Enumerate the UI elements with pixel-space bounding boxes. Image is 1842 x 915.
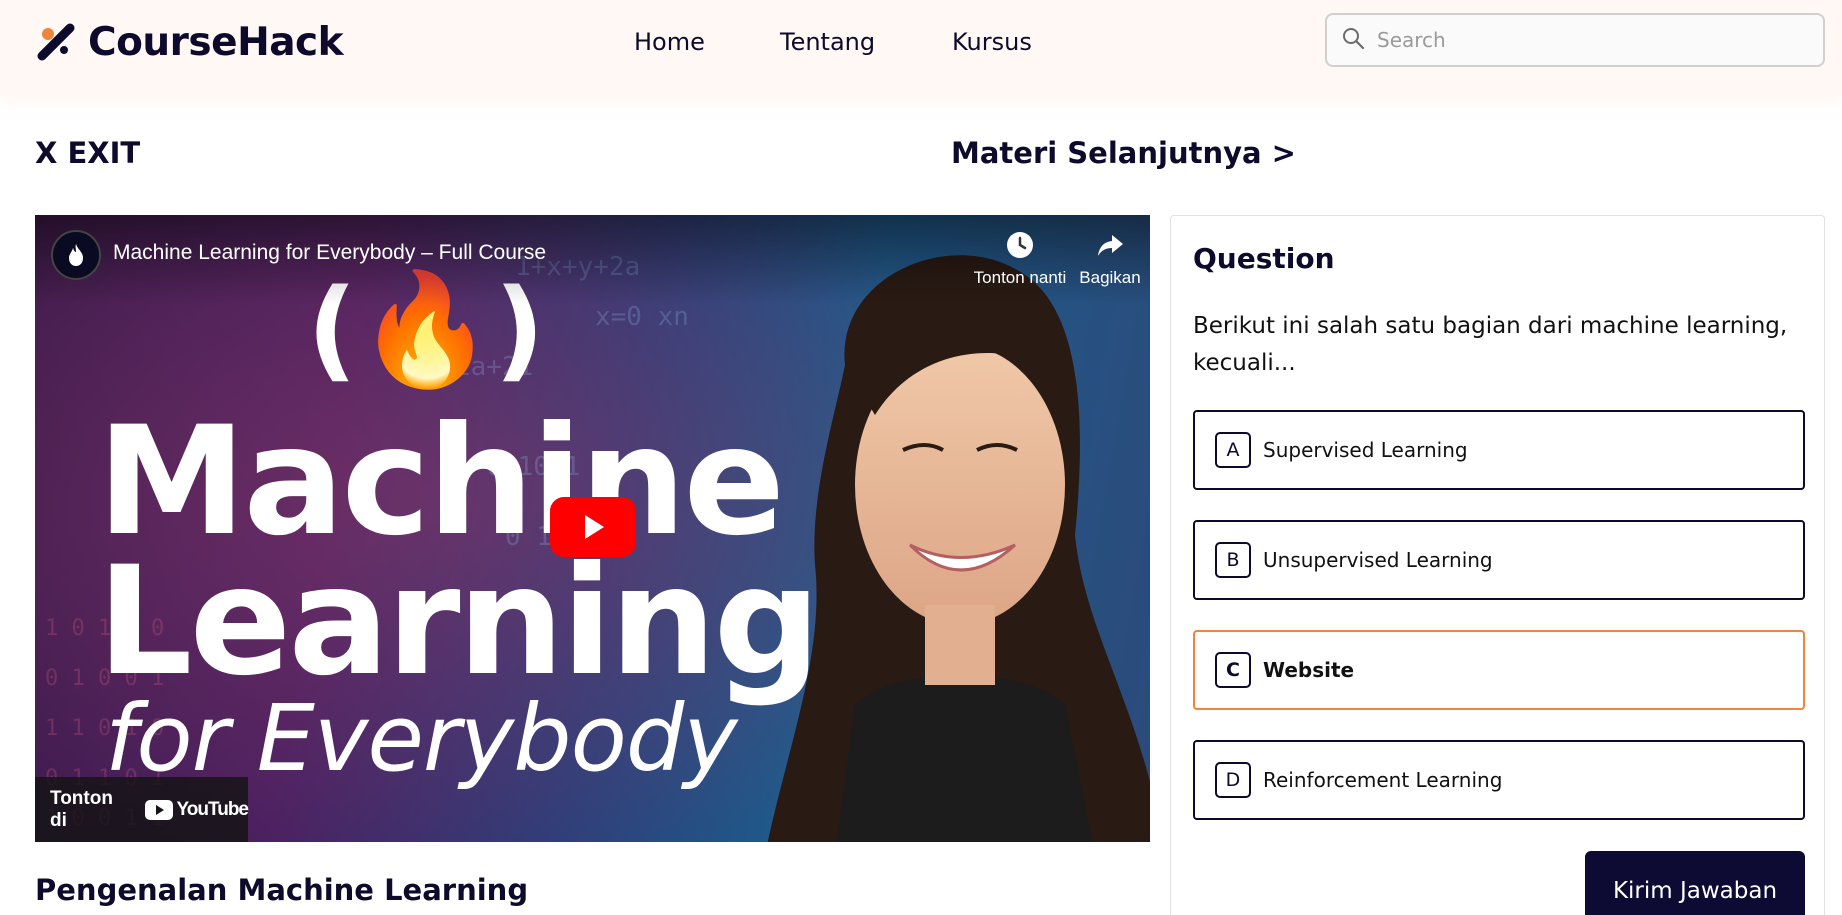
svg-text:x=0 xn: x=0 xn bbox=[595, 302, 689, 332]
answer-option-c[interactable]: C Website bbox=[1193, 630, 1805, 710]
site-header: CourseHack Home Tentang Kursus bbox=[0, 0, 1842, 96]
question-text: Berikut ini salah satu bagian dari machi… bbox=[1193, 313, 1788, 376]
share-icon bbox=[1098, 235, 1123, 256]
brand-logo-icon bbox=[34, 20, 78, 64]
brand-name: CourseHack bbox=[88, 19, 344, 65]
option-label: Website bbox=[1263, 658, 1355, 682]
thumbnail-text-line-3: for Everybody bbox=[105, 685, 738, 792]
answer-option-d[interactable]: D Reinforcement Learning bbox=[1193, 740, 1805, 820]
option-letter: C bbox=[1215, 652, 1251, 688]
thumbnail-text-line-2: Learning bbox=[97, 535, 821, 709]
youtube-logo: YouTube bbox=[144, 798, 249, 821]
video-title[interactable]: Machine Learning for Everybody – Full Co… bbox=[113, 241, 546, 265]
watch-later-label: Tonton nanti bbox=[973, 268, 1067, 287]
option-label: Reinforcement Learning bbox=[1263, 768, 1503, 792]
channel-avatar[interactable] bbox=[51, 230, 101, 280]
option-letter: A bbox=[1215, 432, 1251, 468]
play-icon bbox=[585, 515, 604, 539]
search-icon bbox=[1341, 26, 1365, 55]
search-input[interactable] bbox=[1377, 28, 1797, 52]
youtube-wordmark: YouTube bbox=[176, 798, 249, 820]
lesson-title: Pengenalan Machine Learning bbox=[35, 873, 529, 907]
option-label: Supervised Learning bbox=[1263, 438, 1468, 462]
video-player[interactable]: 1 0 1 1 0 0 1 0 0 1 1 1 0 1 0 0 1 1 0 1 … bbox=[35, 215, 1150, 842]
watch-on-label: Tonton di bbox=[50, 787, 113, 831]
answer-option-b[interactable]: B Unsupervised Learning bbox=[1193, 520, 1805, 600]
watch-later-button[interactable]: Tonton nanti bbox=[965, 231, 1075, 288]
nav-kursus[interactable]: Kursus bbox=[952, 28, 1032, 56]
option-label: Unsupervised Learning bbox=[1263, 548, 1493, 572]
share-label: Bagikan bbox=[1079, 268, 1141, 287]
answer-option-a[interactable]: A Supervised Learning bbox=[1193, 410, 1805, 490]
question-panel: Question Berikut ini salah satu bagian d… bbox=[1170, 215, 1825, 915]
brand-logo[interactable]: CourseHack bbox=[34, 18, 344, 66]
option-letter: B bbox=[1215, 542, 1251, 578]
search-box[interactable] bbox=[1325, 13, 1825, 67]
play-button[interactable] bbox=[550, 497, 636, 557]
option-letter: D bbox=[1215, 762, 1251, 798]
exit-button[interactable]: X EXIT bbox=[35, 136, 140, 170]
next-lesson-link[interactable]: Materi Selanjutnya > bbox=[951, 136, 1296, 170]
fire-icon bbox=[69, 244, 83, 266]
question-heading: Question bbox=[1193, 242, 1335, 275]
nav-home[interactable]: Home bbox=[634, 28, 705, 56]
nav-tentang[interactable]: Tentang bbox=[780, 28, 875, 56]
clock-icon bbox=[1007, 232, 1033, 258]
watch-on-youtube-button[interactable]: Tonton di YouTube bbox=[35, 777, 249, 842]
youtube-icon bbox=[144, 799, 173, 820]
share-button[interactable]: Bagikan bbox=[1070, 231, 1150, 288]
submit-answer-button[interactable]: Kirim Jawaban bbox=[1585, 851, 1805, 915]
